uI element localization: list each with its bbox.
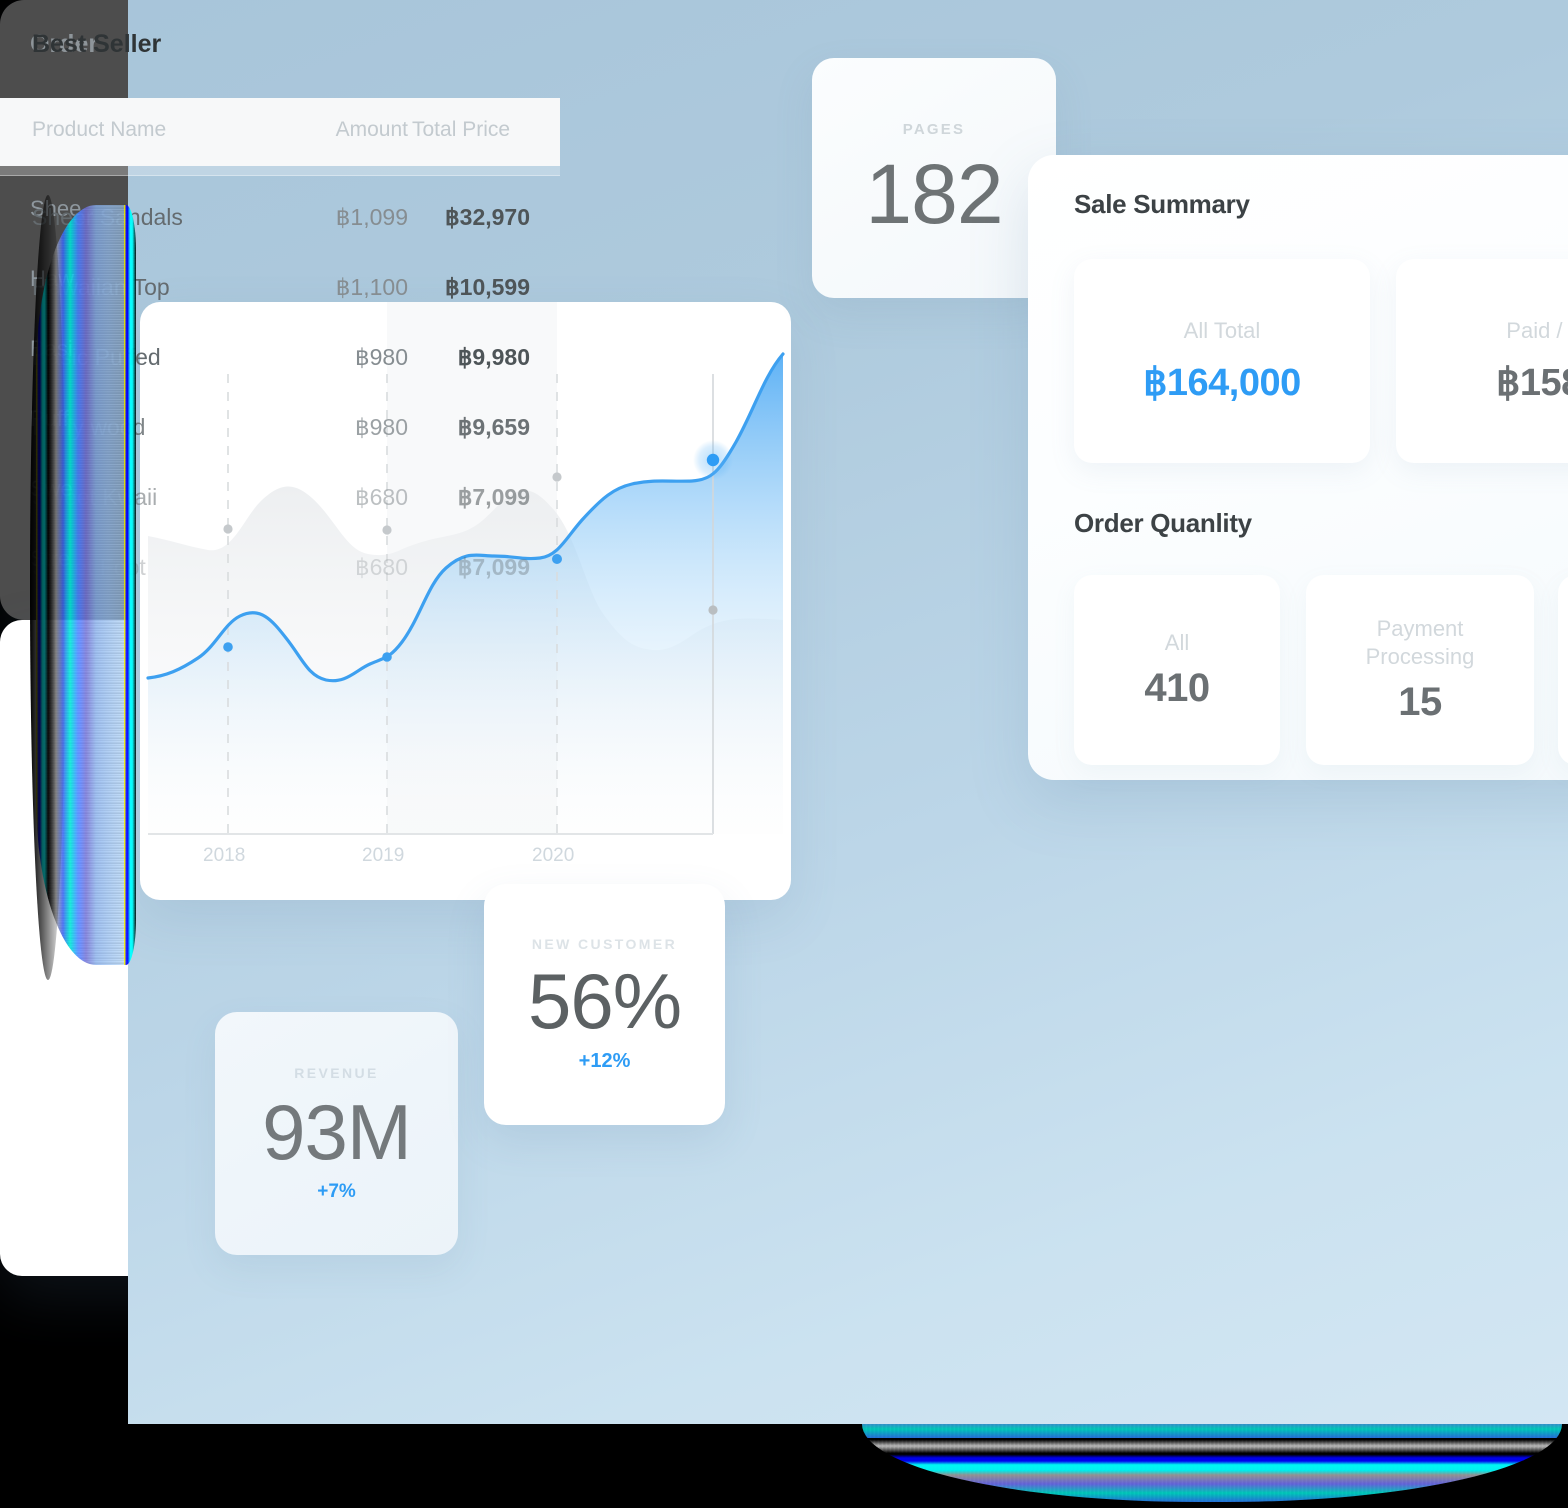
new-customer-delta: +12% [578, 1050, 631, 1072]
sale-summary-card[interactable]: Sale Summary All Total ฿164,000 Paid / T… [1028, 155, 1568, 780]
revenue-value: 93M [262, 1087, 412, 1176]
tile-order-all-label: All [1164, 629, 1190, 655]
tile-order-all[interactable]: All 410 [1074, 575, 1280, 765]
new-customer-value: 56% [527, 957, 682, 1045]
tile-paid-total-value: ฿158, [1496, 362, 1568, 405]
tile-all-total-value: ฿164,000 [1143, 362, 1301, 405]
tile-payment-processing[interactable]: Payment Processing 15 [1306, 575, 1534, 765]
tile-paid-total-label: Paid / T [1506, 317, 1568, 343]
sale-summary-title: Sale Summary [1074, 189, 1250, 219]
tile-payment-processing-label: Payment Processing [1365, 616, 1475, 669]
x-tick-2019: 2019 [362, 845, 405, 866]
revenue-delta: +7% [317, 1180, 356, 1202]
revenue-label: REVENUE [294, 1064, 379, 1081]
tile-all-total-label: All Total [1183, 317, 1261, 343]
x-tick-2020: 2020 [532, 845, 575, 866]
revenue-stat-card[interactable]: REVENUE 93M +7% [215, 1012, 458, 1255]
tile-order-all-value: 410 [1144, 666, 1210, 711]
tile-all-total[interactable]: All Total ฿164,000 [1074, 259, 1370, 463]
order-quantity-title: Order Quanlity [1074, 508, 1252, 538]
glitch-artifact-bottom [862, 1424, 1562, 1502]
benchmark-point [708, 605, 718, 615]
dashboard-canvas: 2018 2019 2020 PAGES 182 REVENUE 93M +7%… [0, 0, 1568, 1508]
tile-paid-total[interactable]: Paid / T ฿158, [1396, 259, 1568, 463]
x-tick-2018: 2018 [203, 845, 246, 866]
pages-label: PAGES [902, 120, 966, 138]
new-customer-stat-card[interactable]: NEW CUSTOMER 56% +12% [484, 884, 725, 1125]
tile-payment-processing-value: 15 [1398, 680, 1442, 724]
data-point[interactable] [223, 642, 233, 652]
data-point-highlighted[interactable] [706, 453, 720, 467]
pages-value: 182 [865, 146, 1003, 241]
tile-order-extra[interactable] [1558, 575, 1568, 765]
data-point[interactable] [382, 652, 392, 662]
pages-stat-card[interactable]: PAGES 182 [812, 58, 1056, 298]
new-customer-label: NEW CUSTOMER [531, 936, 678, 952]
